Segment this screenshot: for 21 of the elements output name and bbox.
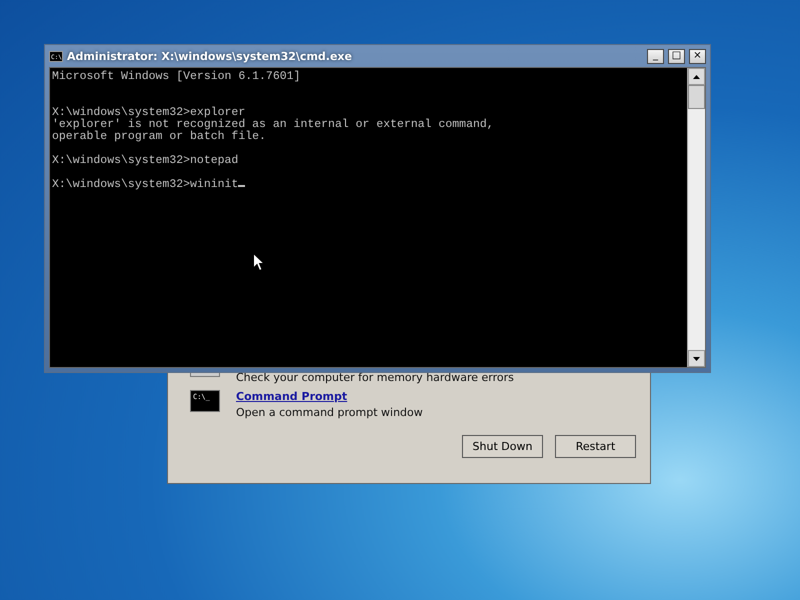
console-line: operable program or batch file. bbox=[52, 131, 267, 143]
text-cursor bbox=[238, 185, 246, 187]
shut-down-button[interactable]: Shut Down bbox=[462, 435, 543, 458]
up-arrow-icon[interactable] bbox=[693, 74, 700, 78]
scrollbar[interactable] bbox=[687, 68, 705, 367]
console-line: Microsoft Windows [Version 6.1.7601] bbox=[52, 71, 302, 83]
tool-description: Check your computer for memory hardware errors bbox=[236, 371, 514, 384]
console-line: 'explorer' is not recognized as an internal or external command, bbox=[52, 119, 495, 131]
mouse-pointer-icon bbox=[253, 253, 265, 272]
maximize-button[interactable]: □ bbox=[668, 48, 685, 64]
console-line: X:\windows\system32>notepad bbox=[52, 155, 240, 167]
console-line: X:\windows\system32>explorer bbox=[52, 107, 246, 119]
down-arrow-icon[interactable] bbox=[693, 356, 700, 360]
console-line: X:\windows\system32>wininit bbox=[52, 179, 685, 191]
close-button[interactable]: × bbox=[689, 48, 706, 64]
window-title: Administrator: X:\windows\system32\cmd.exe bbox=[67, 50, 353, 62]
command-prompt-link[interactable]: Command Prompt bbox=[236, 390, 423, 403]
minimize-button[interactable]: _ bbox=[647, 48, 664, 64]
scrollbar-thumb[interactable] bbox=[688, 85, 705, 109]
restart-button[interactable]: Restart bbox=[555, 435, 636, 458]
tool-description: Open a command prompt window bbox=[236, 406, 423, 419]
